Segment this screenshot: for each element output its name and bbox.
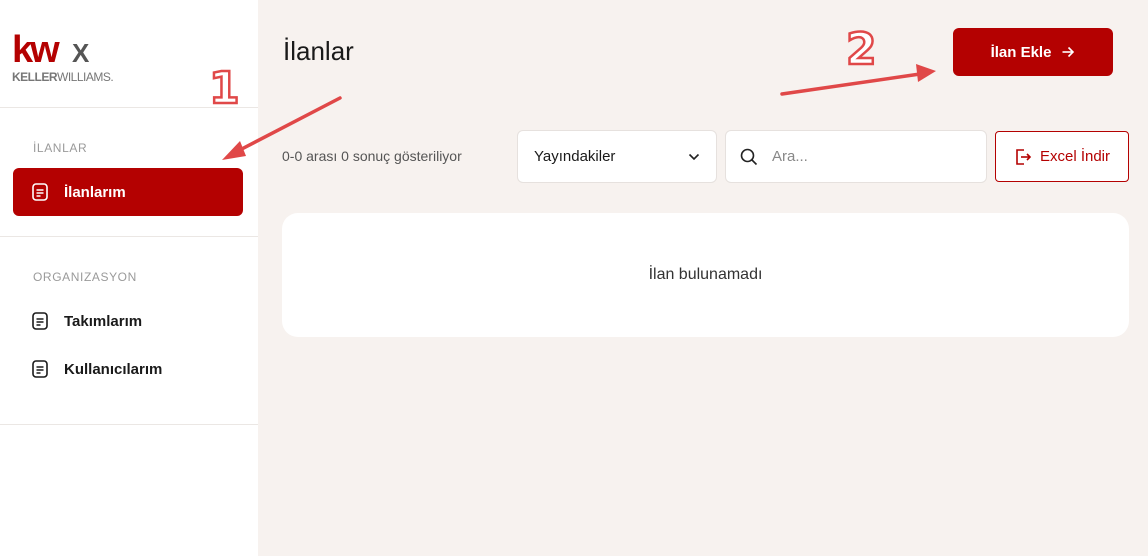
sidebar-divider xyxy=(0,236,258,237)
sidebar-item-label: İlanlarım xyxy=(64,183,126,201)
sidebar: kw X KELLERWILLIAMS. İLANLAR İlanlarım O… xyxy=(0,0,258,556)
sidebar-item-ilanlarim[interactable]: İlanlarım xyxy=(13,168,243,216)
arrow-right-icon xyxy=(1062,46,1075,58)
svg-text:KELLERWILLIAMS.: KELLERWILLIAMS. xyxy=(12,70,113,84)
page-title: İlanlar xyxy=(283,36,354,66)
excel-download-button[interactable]: Excel İndir xyxy=(995,131,1129,182)
search-icon xyxy=(740,148,758,165)
keller-williams-logo[interactable]: kw X KELLERWILLIAMS. xyxy=(12,26,142,86)
excel-download-label: Excel İndir xyxy=(1039,148,1111,165)
document-icon xyxy=(32,312,48,330)
search-box[interactable] xyxy=(725,130,987,183)
empty-state-message: İlan bulunamadı xyxy=(648,266,763,283)
add-listing-button[interactable]: İlan Ekle xyxy=(953,28,1113,76)
result-count: 0-0 arası 0 sonuç gösteriliyor xyxy=(282,148,462,164)
export-icon xyxy=(1016,148,1032,165)
sidebar-item-takimlarim[interactable]: Takımlarım xyxy=(13,297,243,345)
sidebar-item-label: Kullanıcılarım xyxy=(64,360,163,378)
status-filter-select[interactable]: Yayındakiler xyxy=(517,130,717,183)
document-icon xyxy=(32,183,48,201)
chevron-down-icon xyxy=(688,153,700,160)
sidebar-item-label: Takımlarım xyxy=(64,312,143,330)
empty-state-card: İlan bulunamadı xyxy=(282,213,1129,337)
section-label-organizasyon: ORGANIZASYON xyxy=(33,270,137,284)
sidebar-divider xyxy=(0,107,258,108)
document-icon xyxy=(32,360,48,378)
main-content: İlanlar İlan Ekle 0-0 arası 0 sonuç göst… xyxy=(258,0,1148,556)
section-label-ilanlar: İLANLAR xyxy=(33,141,88,155)
logo-sub-bold: KELLER xyxy=(12,70,58,84)
sidebar-divider xyxy=(0,424,258,425)
status-filter-value: Yayındakiler xyxy=(534,148,616,165)
add-listing-label: İlan Ekle xyxy=(990,43,1052,61)
logo-sub-light: WILLIAMS. xyxy=(57,70,113,84)
logo-x: X xyxy=(72,38,90,68)
logo-mark: kw xyxy=(12,29,60,71)
sidebar-item-kullanicilarim[interactable]: Kullanıcılarım xyxy=(13,345,243,393)
search-input[interactable] xyxy=(772,148,972,165)
